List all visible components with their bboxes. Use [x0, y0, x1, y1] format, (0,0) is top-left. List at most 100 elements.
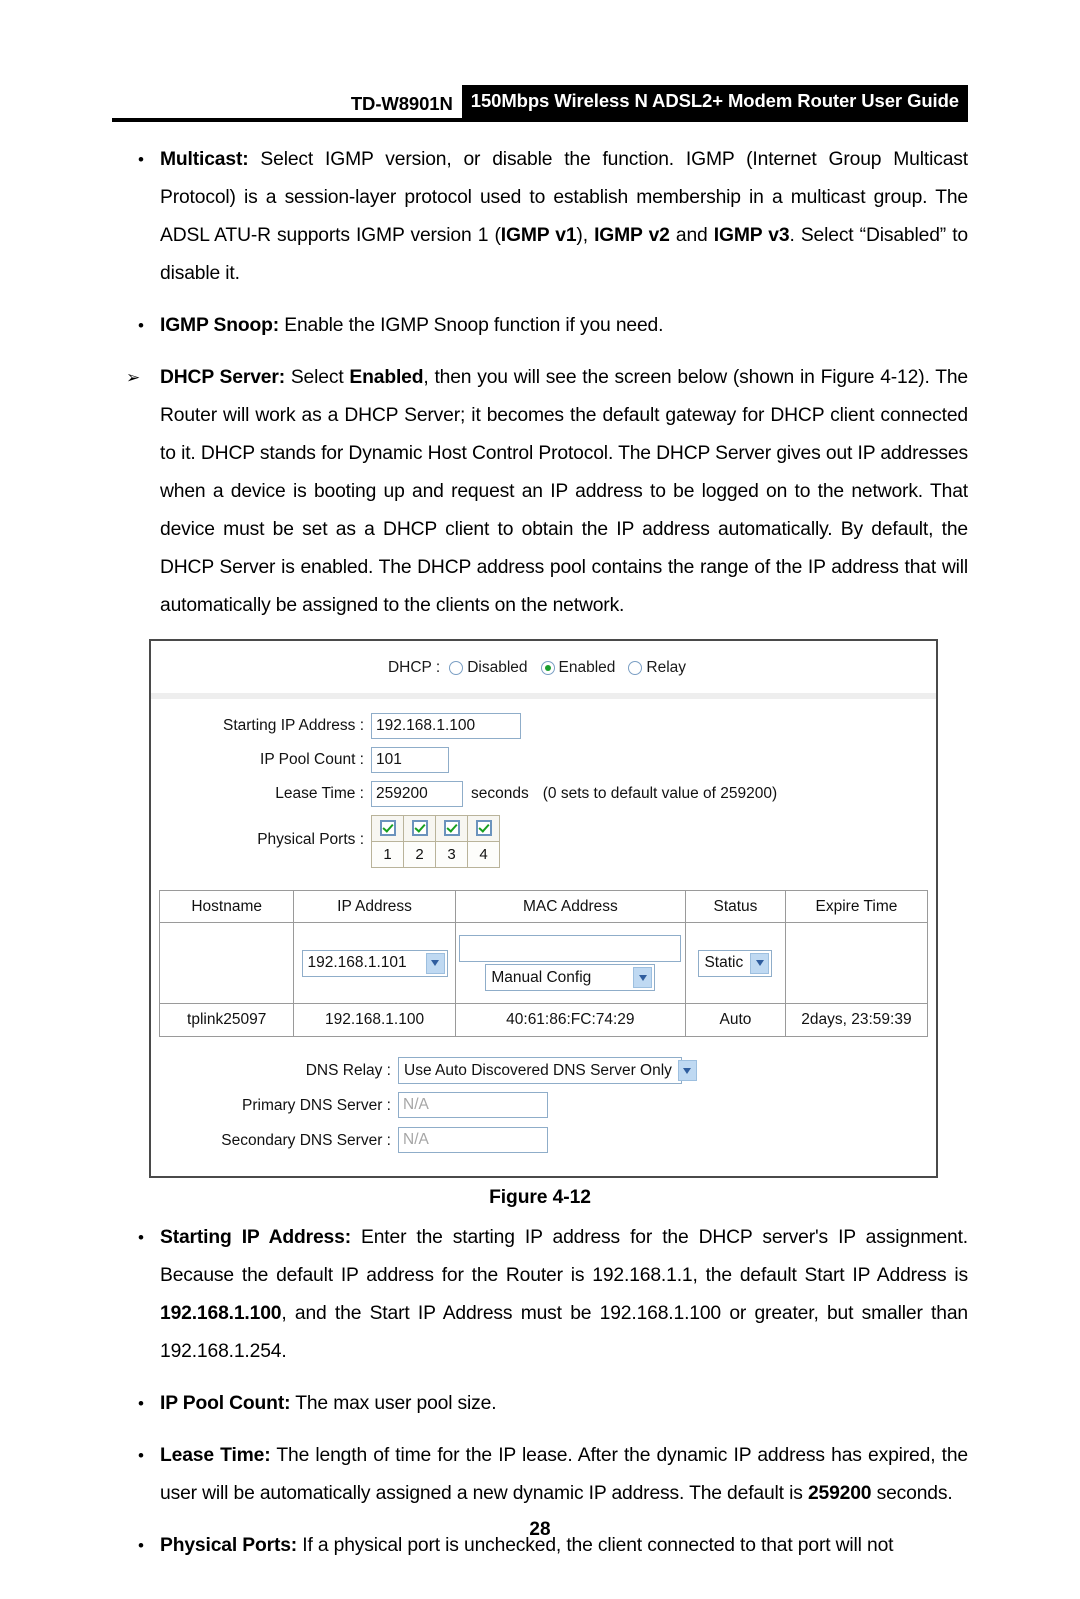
lease-hint: (0 sets to default value of 259200) — [542, 785, 778, 802]
term-label: Multicast: — [160, 149, 249, 170]
header-rule — [112, 118, 968, 122]
paragraph-multicast: Multicast: Select IGMP version, or disab… — [160, 141, 968, 293]
mac-config-dropdown-value: Manual Config — [491, 968, 592, 986]
radio-option-relay[interactable]: Relay — [628, 659, 686, 677]
paragraph-text: Enable the IGMP Snoop function if you ne… — [279, 315, 664, 336]
mac-address-input[interactable] — [459, 935, 682, 962]
paragraph-ip-pool-count: IP Pool Count: The max user pool size. — [160, 1385, 968, 1423]
port-3-cell[interactable] — [435, 815, 468, 842]
status-dropdown[interactable]: Static — [698, 949, 773, 977]
cell-expire-edit — [784, 922, 929, 1004]
table-row: tplink25097 192.168.1.100 40:61:86:FC:74… — [158, 1003, 929, 1037]
page-number: 28 — [529, 1519, 551, 1540]
port-1-number: 1 — [371, 841, 404, 868]
chevron-down-icon[interactable] — [425, 952, 445, 974]
radio-enabled-icon[interactable] — [540, 661, 555, 675]
radio-option-enabled[interactable]: Enabled — [540, 659, 616, 677]
ip-address-dropdown-value: 192.168.1.101 — [307, 954, 407, 971]
column-header-hostname: Hostname — [158, 890, 295, 923]
table-header-row: Hostname IP Address MAC Address Status E… — [158, 890, 929, 923]
bullet-marker — [112, 141, 160, 293]
header-model-name: TD-W8901N — [350, 93, 453, 114]
mac-config-dropdown[interactable]: Manual Config — [485, 964, 656, 991]
lease-time-label: Lease Time : — [275, 785, 364, 802]
list-item: DHCP Server: Select Enabled, then you wi… — [112, 359, 968, 625]
dns-settings-section: DNS Relay : Use Auto Discovered DNS Serv… — [151, 1047, 936, 1176]
term-label: Lease Time: — [160, 1445, 271, 1466]
list-item: Multicast: Select IGMP version, or disab… — [112, 141, 968, 293]
port-3-number: 3 — [435, 841, 468, 868]
bullet-marker — [112, 1385, 160, 1423]
port-2-checkbox[interactable] — [411, 820, 428, 837]
ip-pool-count-input[interactable]: 101 — [371, 747, 449, 773]
bullet-marker — [112, 1219, 160, 1371]
radio-option-disabled[interactable]: Disabled — [449, 659, 528, 677]
port-2-cell[interactable] — [403, 815, 436, 842]
inline-bold: IGMP v1 — [500, 225, 577, 246]
radio-disabled-label: Disabled — [467, 659, 528, 676]
cell-status-edit: Static — [685, 922, 786, 1004]
list-item: Starting IP Address: Enter the starting … — [112, 1219, 968, 1371]
ip-address-dropdown[interactable]: 192.168.1.101 — [301, 949, 448, 977]
mac-controls: Manual Config — [458, 935, 683, 991]
column-header-mac-address: MAC Address — [454, 890, 687, 923]
ip-pool-count-label: IP Pool Count : — [260, 751, 364, 768]
ip-pool-count-row: IP Pool Count : 101 — [151, 747, 936, 773]
dns-relay-dropdown[interactable]: Use Auto Discovered DNS Server Only — [398, 1057, 697, 1084]
starting-ip-input[interactable]: 192.168.1.100 — [371, 713, 521, 739]
header-title-banner: 150Mbps Wireless N ADSL2+ Modem Router U… — [461, 85, 968, 118]
bullet-marker — [112, 307, 160, 345]
paragraph-text: The max user pool size. — [290, 1393, 497, 1414]
cell-hostname-edit — [158, 922, 295, 1004]
cell-ip-edit: 192.168.1.101 — [293, 922, 456, 1004]
router-config-screenshot: DHCP : Disabled Enabled Relay Starting I… — [149, 639, 938, 1178]
lease-units: seconds — [471, 785, 529, 802]
paragraph-text: and — [669, 225, 714, 246]
radio-relay-icon[interactable] — [628, 661, 643, 675]
cell-expire-time: 2days, 23:59:39 — [784, 1003, 929, 1037]
term-label: IGMP Snoop: — [160, 315, 280, 336]
cell-status: Auto — [685, 1003, 786, 1037]
port-1-checkbox[interactable] — [379, 820, 396, 837]
cell-mac-address: 40:61:86:FC:74:29 — [454, 1003, 687, 1037]
arrow-bullet-icon — [112, 359, 160, 625]
port-1-cell[interactable] — [371, 815, 404, 842]
column-header-status: Status — [685, 890, 786, 923]
inline-bold: IGMP v2 — [594, 225, 670, 246]
document-page: TD-W8901N 150Mbps Wireless N ADSL2+ Mode… — [0, 72, 1080, 1599]
lease-time-input[interactable]: 259200 — [371, 781, 463, 807]
inline-bold: 259200 — [807, 1483, 872, 1504]
dns-relay-label: DNS Relay : — [305, 1062, 391, 1079]
term-label: IP Pool Count: — [160, 1393, 291, 1414]
inline-bold: 192.168.1.100 — [160, 1303, 282, 1324]
secondary-dns-input[interactable]: N/A — [398, 1127, 548, 1153]
list-item: Lease Time: The length of time for the I… — [112, 1437, 968, 1513]
radio-relay-label: Relay — [646, 659, 687, 676]
dhcp-clients-table-wrap: Hostname IP Address MAC Address Status E… — [151, 884, 936, 1047]
chevron-down-icon[interactable] — [633, 967, 653, 988]
cell-hostname: tplink25097 — [158, 1003, 295, 1037]
dhcp-settings-form: Starting IP Address : 192.168.1.100 IP P… — [151, 699, 936, 884]
term-label: Starting IP Address: — [160, 1227, 351, 1248]
port-4-cell[interactable] — [467, 815, 500, 842]
list-item: IP Pool Count: The max user pool size. — [112, 1385, 968, 1423]
secondary-dns-row: Secondary DNS Server : N/A — [151, 1127, 936, 1154]
radio-disabled-icon[interactable] — [449, 661, 464, 675]
dhcp-radio-group: DHCP : Disabled Enabled Relay — [388, 659, 699, 677]
primary-dns-input[interactable]: N/A — [398, 1092, 548, 1118]
paragraph-igmp-snoop: IGMP Snoop: Enable the IGMP Snoop functi… — [160, 307, 968, 345]
paragraph-lease-time: Lease Time: The length of time for the I… — [160, 1437, 968, 1513]
paragraph-text: , and the Start IP Address must be 192.1… — [160, 1303, 968, 1362]
starting-ip-label: Starting IP Address : — [222, 717, 364, 734]
radio-enabled-label: Enabled — [558, 659, 616, 676]
chevron-down-icon[interactable] — [750, 952, 770, 974]
port-3-checkbox[interactable] — [443, 820, 460, 837]
dhcp-label: DHCP : — [387, 659, 441, 676]
port-4-checkbox[interactable] — [475, 820, 492, 837]
chevron-down-icon[interactable] — [677, 1060, 697, 1081]
dhcp-mode-row: DHCP : Disabled Enabled Relay — [151, 641, 936, 699]
page-header: TD-W8901N 150Mbps Wireless N ADSL2+ Mode… — [112, 72, 968, 118]
dns-relay-row: DNS Relay : Use Auto Discovered DNS Serv… — [151, 1057, 936, 1084]
cell-mac-edit: Manual Config — [454, 922, 687, 1004]
lease-time-row: Lease Time : 259200 seconds (0 sets to de… — [151, 781, 936, 807]
